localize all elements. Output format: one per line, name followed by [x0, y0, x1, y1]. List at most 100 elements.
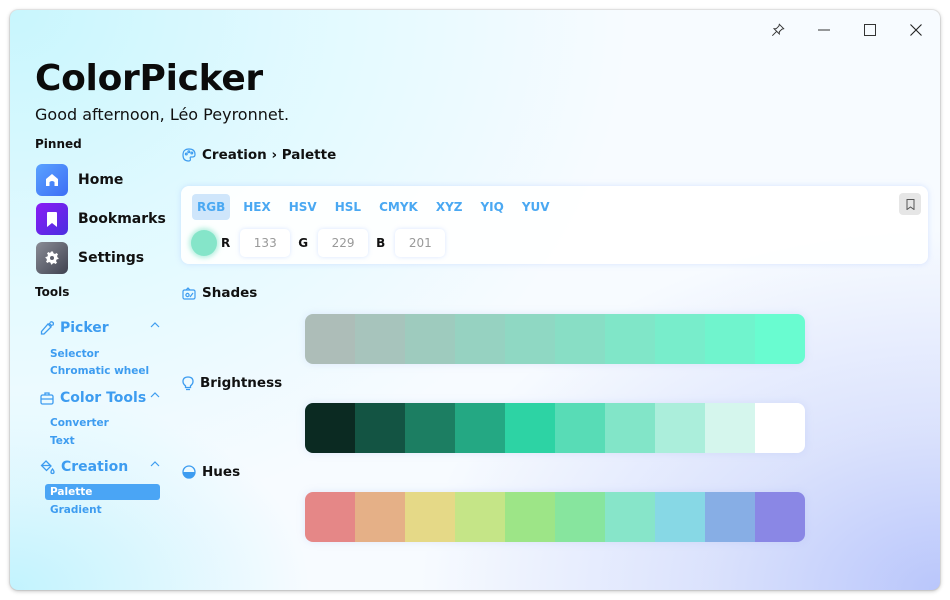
pinned-item-label: Home: [78, 172, 124, 188]
channel-label-r: R: [221, 236, 231, 250]
shades-swatch[interactable]: [555, 314, 605, 364]
tab-hsl[interactable]: HSL: [330, 194, 366, 220]
hues-strip: [305, 492, 805, 542]
shades-swatch[interactable]: [455, 314, 505, 364]
home-icon: [36, 164, 68, 196]
pinned-item-bookmarks[interactable]: Bookmarks: [36, 203, 166, 235]
brightness-header: Brightness: [182, 375, 282, 391]
hues-swatch[interactable]: [655, 492, 705, 542]
tab-yiq[interactable]: YIQ: [475, 194, 508, 220]
hues-swatch[interactable]: [405, 492, 455, 542]
toolbox-icon: [40, 391, 54, 405]
pin-button[interactable]: [755, 14, 801, 46]
sidebar-item-text[interactable]: Text: [50, 435, 75, 447]
group-creation[interactable]: Creation: [40, 457, 160, 477]
breadcrumb: Creation › Palette: [182, 147, 336, 163]
channel-label-g: G: [298, 236, 309, 250]
sidebar-item-selector[interactable]: Selector: [50, 348, 99, 360]
brightness-swatch[interactable]: [755, 403, 805, 453]
brightness-swatch[interactable]: [355, 403, 405, 453]
chevron-up-icon[interactable]: [150, 459, 160, 469]
tab-yuv[interactable]: YUV: [517, 194, 555, 220]
blue-input[interactable]: 201: [395, 229, 446, 257]
brightness-swatch[interactable]: [555, 403, 605, 453]
hues-swatch[interactable]: [555, 492, 605, 542]
tab-xyz[interactable]: XYZ: [431, 194, 468, 220]
half-circle-icon: [182, 465, 196, 479]
minimize-icon: [818, 29, 830, 31]
close-button[interactable]: [893, 14, 939, 46]
shades-swatch[interactable]: [405, 314, 455, 364]
chevron-up-icon[interactable]: [150, 320, 160, 330]
hues-swatch[interactable]: [355, 492, 405, 542]
breadcrumb-text: Creation › Palette: [202, 147, 337, 163]
group-label: Picker: [60, 320, 109, 336]
shades-swatch[interactable]: [655, 314, 705, 364]
pin-icon: [771, 23, 785, 37]
group-label: Creation: [61, 459, 129, 475]
red-input[interactable]: 133: [240, 229, 291, 257]
shades-swatch[interactable]: [755, 314, 805, 364]
sidebar-item-gradient[interactable]: Gradient: [50, 504, 102, 516]
tab-hsv[interactable]: HSV: [284, 194, 322, 220]
pinned-label: Pinned: [35, 137, 82, 151]
brightness-swatch[interactable]: [455, 403, 505, 453]
brightness-swatch[interactable]: [405, 403, 455, 453]
channel-label-b: B: [376, 236, 386, 250]
eyedropper-icon: [40, 321, 54, 335]
pinned-item-home[interactable]: Home: [36, 164, 123, 196]
bookmark-button[interactable]: [899, 193, 921, 215]
group-label: Color Tools: [60, 390, 147, 406]
tab-cmyk[interactable]: CMYK: [374, 194, 423, 220]
close-icon: [910, 24, 922, 36]
bookmark-outline-icon: [906, 198, 914, 210]
brightness-strip: [305, 403, 805, 453]
app-title: ColorPicker: [35, 58, 263, 99]
pinned-item-label: Settings: [78, 250, 145, 266]
chevron-up-icon[interactable]: [150, 390, 160, 400]
app-window: ColorPicker Good afternoon, Léo Peyronne…: [10, 10, 940, 590]
hues-swatch[interactable]: [305, 492, 355, 542]
brightness-swatch[interactable]: [705, 403, 755, 453]
group-color-tools[interactable]: Color Tools: [40, 388, 160, 408]
hues-title: Hues: [202, 464, 241, 480]
shades-header: Shades: [182, 285, 257, 301]
shades-swatch[interactable]: [355, 314, 405, 364]
maximize-button[interactable]: [847, 14, 893, 46]
palette-icon: [182, 148, 196, 162]
brightness-swatch[interactable]: [305, 403, 355, 453]
brightness-swatch[interactable]: [655, 403, 705, 453]
shades-strip: [305, 314, 805, 364]
shades-swatch[interactable]: [705, 314, 755, 364]
tab-hex[interactable]: HEX: [238, 194, 276, 220]
hues-swatch[interactable]: [755, 492, 805, 542]
shades-swatch[interactable]: [605, 314, 655, 364]
maximize-icon: [864, 24, 876, 36]
sidebar-item-palette[interactable]: Palette: [45, 484, 160, 500]
lightbulb-icon: [182, 375, 194, 390]
hues-swatch[interactable]: [455, 492, 505, 542]
tab-rgb[interactable]: RGB: [192, 194, 231, 220]
green-input[interactable]: 229: [318, 229, 369, 257]
paint-bucket-icon: [40, 459, 55, 474]
pinned-item-label: Bookmarks: [78, 211, 166, 227]
brightness-swatch[interactable]: [605, 403, 655, 453]
current-color-swatch: [191, 230, 217, 256]
shades-title: Shades: [202, 285, 258, 301]
hues-swatch[interactable]: [505, 492, 555, 542]
shades-swatch[interactable]: [505, 314, 555, 364]
sidebar-item-converter[interactable]: Converter: [50, 417, 109, 429]
shades-swatch[interactable]: [305, 314, 355, 364]
brightness-swatch[interactable]: [505, 403, 555, 453]
minimize-button[interactable]: [801, 14, 847, 46]
sidebar-item-chromatic-wheel[interactable]: Chromatic wheel: [50, 365, 149, 377]
pinned-item-settings[interactable]: Settings: [36, 242, 144, 274]
hues-header: Hues: [182, 464, 240, 480]
color-card: RGB HEX HSV HSL CMYK XYZ YIQ YUV R 133 G…: [181, 186, 928, 264]
group-picker[interactable]: Picker: [40, 318, 160, 338]
hues-swatch[interactable]: [705, 492, 755, 542]
rgb-values: R 133 G 229 B 201: [191, 229, 446, 257]
gear-icon: [36, 242, 68, 274]
hues-swatch[interactable]: [605, 492, 655, 542]
format-tabs: RGB HEX HSV HSL CMYK XYZ YIQ YUV: [192, 194, 563, 220]
